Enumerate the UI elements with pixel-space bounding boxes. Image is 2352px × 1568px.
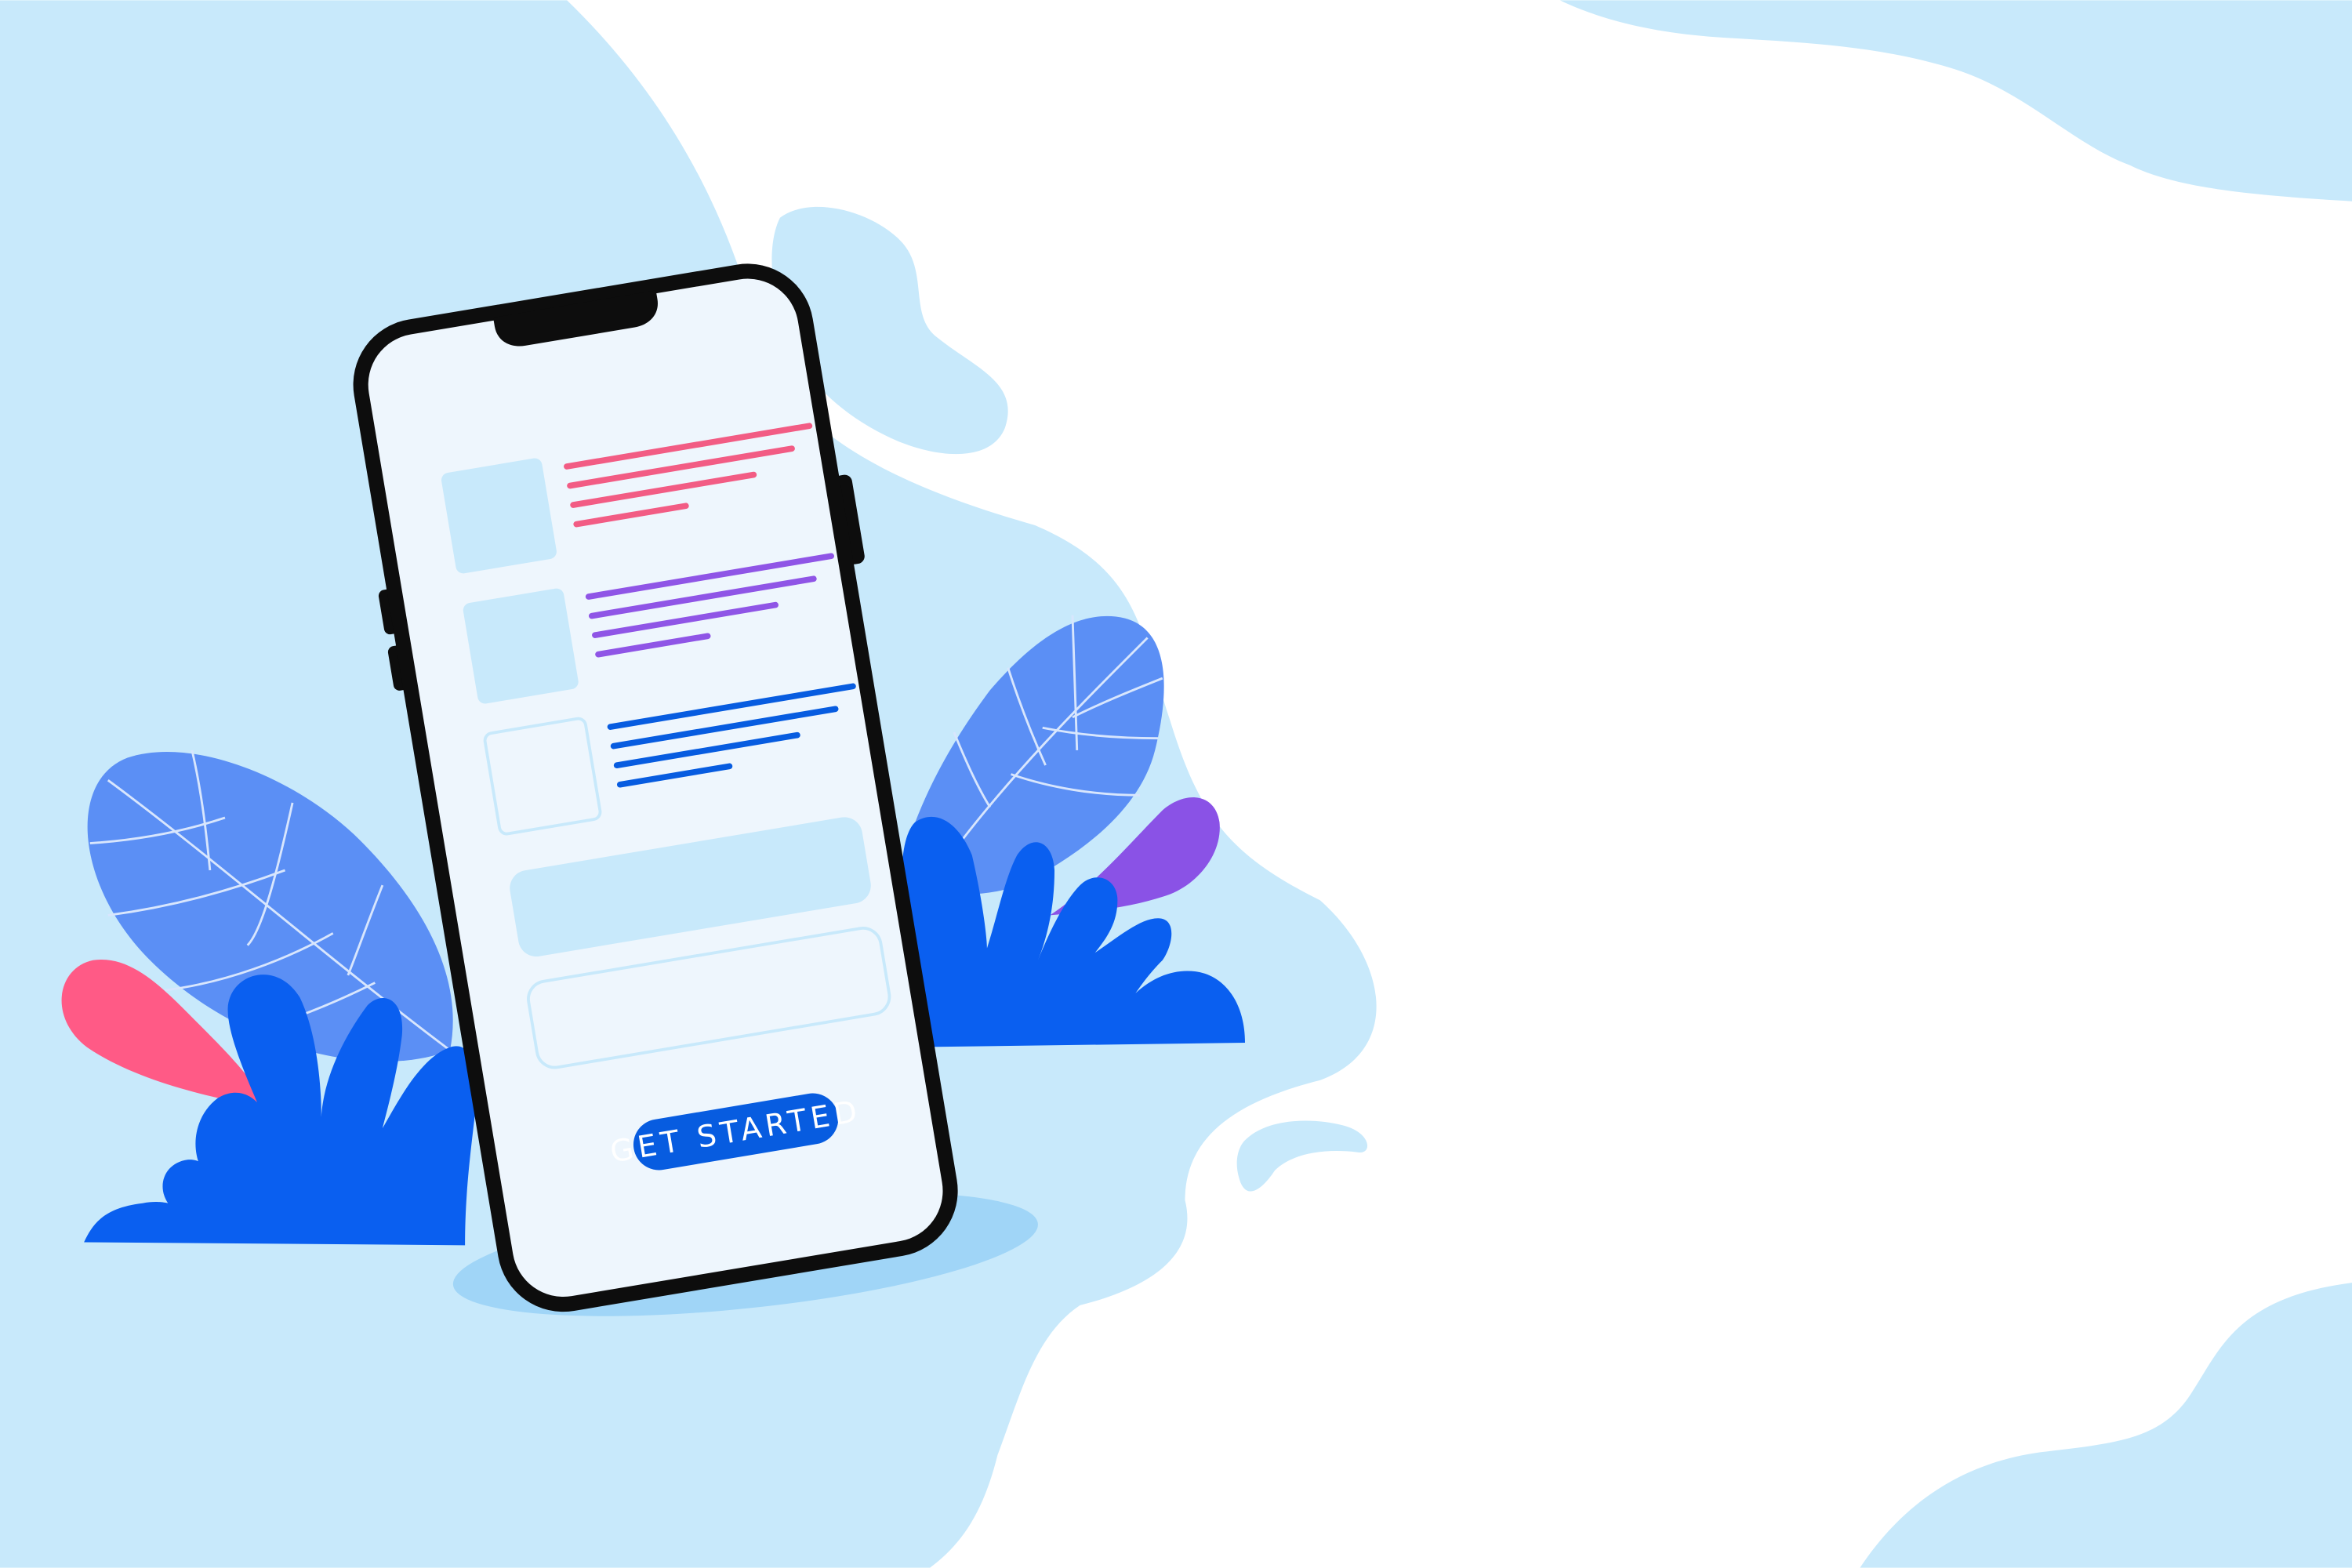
item-thumbnail: [463, 588, 579, 704]
item-thumbnail: [441, 458, 557, 574]
illustration-scene: GET STARTED: [0, 0, 2352, 1568]
